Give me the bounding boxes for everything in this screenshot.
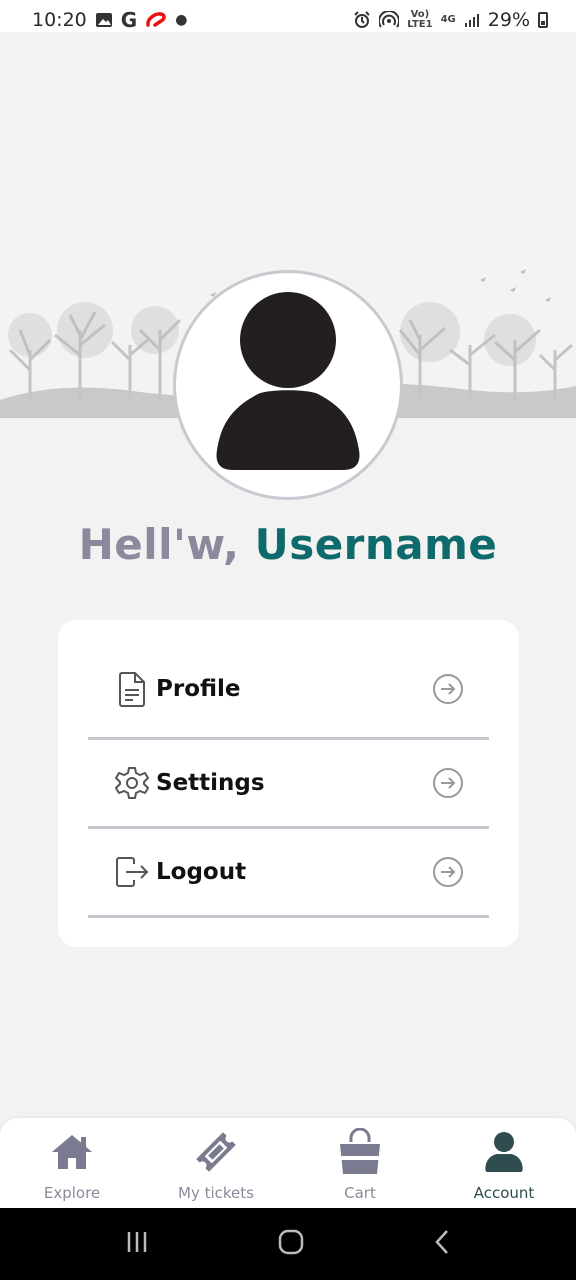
- hotspot-icon: [379, 11, 400, 29]
- notification-dot-icon: ●: [175, 12, 188, 28]
- user-avatar-icon: [216, 292, 360, 470]
- menu-item-settings[interactable]: Settings: [88, 740, 489, 829]
- nav-my-tickets[interactable]: My tickets: [144, 1118, 288, 1202]
- home-button-icon[interactable]: [278, 1229, 304, 1259]
- menu-item-logout[interactable]: Logout: [88, 829, 489, 918]
- status-right: Vo) LTE1 4G 29%: [353, 9, 548, 31]
- menu-item-profile[interactable]: Profile: [88, 640, 489, 740]
- greeting-hello: Hell'w,: [78, 520, 255, 569]
- system-navigation-bar: [0, 1208, 576, 1280]
- gear-icon: [110, 761, 154, 805]
- user-icon: [480, 1128, 528, 1176]
- battery-percent: 29%: [487, 9, 530, 31]
- document-icon: [110, 667, 154, 711]
- signal-icon: [464, 12, 480, 28]
- menu-item-label: Logout: [156, 859, 247, 885]
- menu-item-label: Settings: [156, 770, 265, 796]
- volte-indicator: Vo) LTE1: [407, 9, 433, 30]
- back-icon[interactable]: [433, 1229, 451, 1259]
- nav-account[interactable]: Account: [432, 1118, 576, 1202]
- google-icon: G: [120, 8, 138, 32]
- nav-label: Explore: [43, 1184, 101, 1202]
- status-time: 10:20: [32, 9, 87, 31]
- greeting-username: Username: [254, 520, 498, 569]
- nav-label: Cart: [344, 1184, 376, 1202]
- arrow-right-circle-icon: [431, 766, 465, 800]
- avatar[interactable]: [173, 270, 403, 500]
- gallery-icon: [95, 12, 113, 28]
- nav-label: My tickets: [178, 1184, 254, 1202]
- battery-icon: [538, 12, 548, 28]
- menu-item-label: Profile: [156, 675, 241, 702]
- ticket-icon: [192, 1128, 240, 1176]
- bottom-navigation: Explore My tickets Cart Account: [0, 1118, 576, 1208]
- arrow-right-circle-icon: [431, 855, 465, 889]
- logout-icon: [110, 850, 154, 894]
- account-menu-card: Profile Settings Logout: [58, 620, 519, 947]
- nav-cart[interactable]: Cart: [288, 1118, 432, 1202]
- status-left: 10:20 G ●: [32, 8, 187, 32]
- greeting-heading: Hell'w, Username: [0, 520, 576, 569]
- alarm-icon: [353, 11, 371, 29]
- network-type-label: 4G: [440, 14, 456, 25]
- airtel-icon: [145, 11, 167, 29]
- arrow-right-circle-icon: [431, 672, 465, 706]
- shopping-bag-icon: [336, 1128, 384, 1176]
- nav-explore[interactable]: Explore: [0, 1118, 144, 1202]
- nav-label: Account: [473, 1184, 535, 1202]
- recent-apps-icon[interactable]: [125, 1230, 149, 1258]
- home-icon: [48, 1128, 96, 1176]
